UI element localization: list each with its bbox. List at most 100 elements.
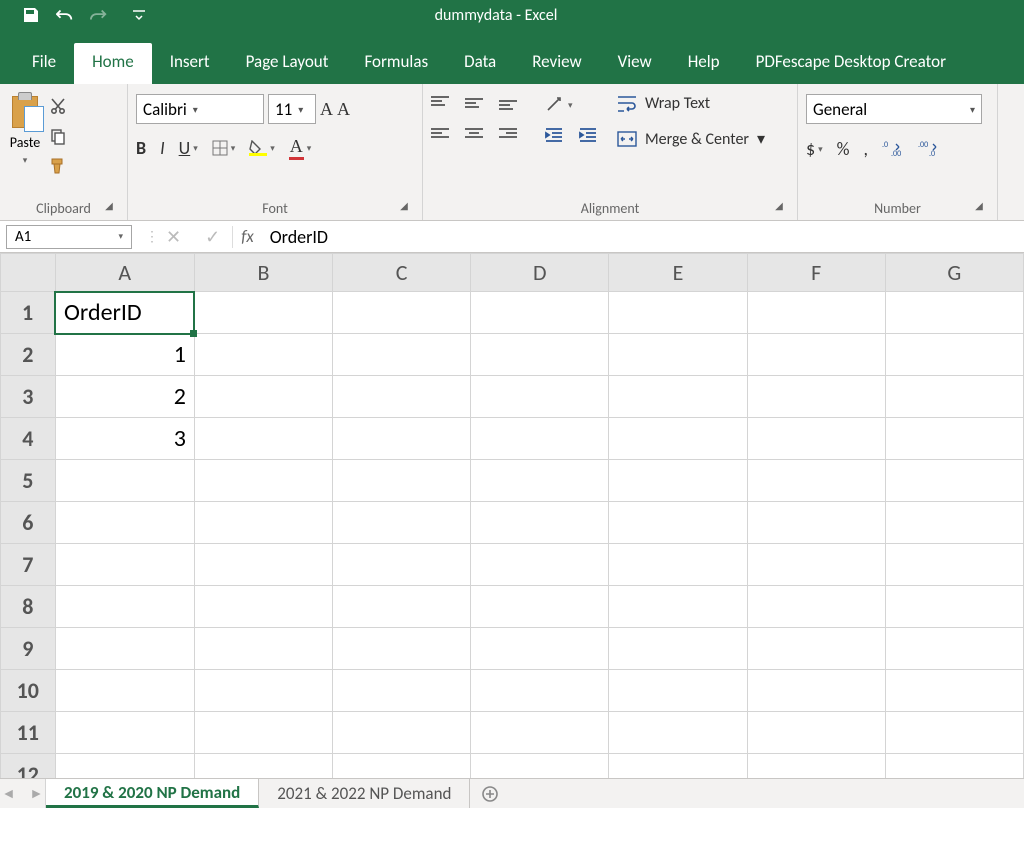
cell[interactable] bbox=[55, 586, 194, 628]
clipboard-dialog-launcher-icon[interactable]: ◢ bbox=[101, 197, 117, 213]
row-header[interactable]: 1 bbox=[1, 292, 56, 334]
cell[interactable] bbox=[471, 628, 609, 670]
cancel-formula-icon[interactable]: ✕ bbox=[166, 226, 181, 248]
cell[interactable] bbox=[471, 292, 609, 334]
align-middle-icon[interactable] bbox=[465, 96, 483, 110]
tab-pdfescape[interactable]: PDFescape Desktop Creator bbox=[738, 43, 964, 84]
accept-formula-icon[interactable]: ✓ bbox=[205, 226, 220, 248]
align-center-icon[interactable] bbox=[465, 128, 483, 142]
cell[interactable] bbox=[194, 502, 332, 544]
sheet-prev-icon[interactable]: ◄ bbox=[2, 785, 16, 802]
cell[interactable] bbox=[333, 418, 471, 460]
cell[interactable] bbox=[747, 292, 885, 334]
cell[interactable] bbox=[55, 628, 194, 670]
cell[interactable] bbox=[885, 376, 1023, 418]
cell[interactable] bbox=[747, 670, 885, 712]
cell[interactable] bbox=[333, 712, 471, 754]
cell[interactable] bbox=[471, 334, 609, 376]
tab-view[interactable]: View bbox=[600, 43, 670, 84]
cell[interactable] bbox=[55, 712, 194, 754]
cell-a3[interactable]: 2 bbox=[55, 376, 194, 418]
merge-center-button[interactable]: Merge & Center ▾ bbox=[617, 129, 765, 149]
format-painter-icon[interactable] bbox=[48, 156, 68, 176]
decrease-decimal-icon[interactable]: .00.0 bbox=[918, 140, 940, 158]
cell[interactable] bbox=[471, 502, 609, 544]
row-header[interactable]: 7 bbox=[1, 544, 56, 586]
decrease-indent-icon[interactable] bbox=[545, 128, 563, 142]
row-header[interactable]: 10 bbox=[1, 670, 56, 712]
currency-button[interactable]: $▾ bbox=[806, 138, 823, 160]
column-header[interactable]: A bbox=[55, 254, 194, 292]
cell[interactable] bbox=[885, 460, 1023, 502]
number-format-combo[interactable]: General ▾ bbox=[806, 94, 982, 124]
comma-style-button[interactable]: , bbox=[864, 138, 869, 160]
align-left-icon[interactable] bbox=[431, 128, 449, 142]
cell[interactable] bbox=[609, 502, 747, 544]
row-header[interactable]: 11 bbox=[1, 712, 56, 754]
cell[interactable] bbox=[333, 502, 471, 544]
cell[interactable] bbox=[55, 544, 194, 586]
italic-button[interactable]: I bbox=[160, 137, 165, 159]
cut-icon[interactable] bbox=[48, 96, 68, 116]
column-header[interactable]: G bbox=[885, 254, 1023, 292]
cell[interactable] bbox=[194, 460, 332, 502]
number-dialog-launcher-icon[interactable]: ◢ bbox=[971, 197, 987, 213]
cell[interactable] bbox=[747, 502, 885, 544]
column-header[interactable]: C bbox=[333, 254, 471, 292]
cell[interactable] bbox=[609, 712, 747, 754]
formula-input[interactable]: OrderID bbox=[262, 226, 328, 248]
cell[interactable] bbox=[609, 418, 747, 460]
redo-icon[interactable] bbox=[90, 6, 108, 24]
cell[interactable] bbox=[609, 334, 747, 376]
cell[interactable] bbox=[885, 628, 1023, 670]
cell[interactable] bbox=[747, 418, 885, 460]
cell[interactable] bbox=[333, 334, 471, 376]
font-size-combo[interactable]: 11 ▾ bbox=[268, 94, 316, 124]
cell[interactable] bbox=[609, 292, 747, 334]
increase-indent-icon[interactable] bbox=[579, 128, 597, 142]
fx-label[interactable]: fx bbox=[233, 226, 262, 247]
cell[interactable] bbox=[609, 544, 747, 586]
cell[interactable] bbox=[471, 418, 609, 460]
font-dialog-launcher-icon[interactable]: ◢ bbox=[396, 197, 412, 213]
worksheet-grid[interactable]: A B C D E F G 1 OrderID 2 1 3 2 4 3 5 6 … bbox=[0, 253, 1024, 796]
cell[interactable] bbox=[471, 460, 609, 502]
cell[interactable] bbox=[609, 586, 747, 628]
cell[interactable] bbox=[747, 376, 885, 418]
cell[interactable] bbox=[747, 334, 885, 376]
cell[interactable] bbox=[194, 292, 332, 334]
cell[interactable] bbox=[194, 712, 332, 754]
row-header[interactable]: 5 bbox=[1, 460, 56, 502]
cell[interactable] bbox=[55, 502, 194, 544]
cell[interactable] bbox=[471, 376, 609, 418]
bold-button[interactable]: B bbox=[136, 137, 146, 159]
cell[interactable] bbox=[609, 628, 747, 670]
orientation-button[interactable]: ▾ bbox=[545, 96, 573, 114]
font-name-combo[interactable]: Calibri ▾ bbox=[136, 94, 264, 124]
sheet-next-icon[interactable]: ► bbox=[30, 785, 44, 802]
tab-help[interactable]: Help bbox=[670, 43, 738, 84]
save-icon[interactable] bbox=[22, 6, 40, 24]
cell[interactable] bbox=[194, 376, 332, 418]
decrease-font-icon[interactable]: A bbox=[337, 99, 350, 120]
cell[interactable] bbox=[194, 418, 332, 460]
tab-data[interactable]: Data bbox=[446, 43, 514, 84]
cell[interactable] bbox=[333, 628, 471, 670]
copy-icon[interactable] bbox=[48, 126, 68, 146]
cell[interactable] bbox=[194, 670, 332, 712]
cell[interactable] bbox=[194, 544, 332, 586]
customize-qat-icon[interactable] bbox=[130, 6, 148, 24]
cell[interactable] bbox=[194, 628, 332, 670]
cell[interactable] bbox=[471, 712, 609, 754]
cell[interactable] bbox=[471, 586, 609, 628]
sheet-tab[interactable]: 2021 & 2022 NP Demand bbox=[259, 779, 470, 808]
cell[interactable] bbox=[885, 292, 1023, 334]
align-bottom-icon[interactable] bbox=[499, 96, 517, 110]
cell[interactable] bbox=[194, 586, 332, 628]
cell[interactable] bbox=[333, 670, 471, 712]
cell[interactable] bbox=[885, 544, 1023, 586]
tab-page-layout[interactable]: Page Layout bbox=[228, 43, 347, 84]
cell[interactable] bbox=[609, 376, 747, 418]
paste-button[interactable]: Paste ▾ bbox=[8, 90, 42, 198]
tab-home[interactable]: Home bbox=[74, 43, 152, 84]
